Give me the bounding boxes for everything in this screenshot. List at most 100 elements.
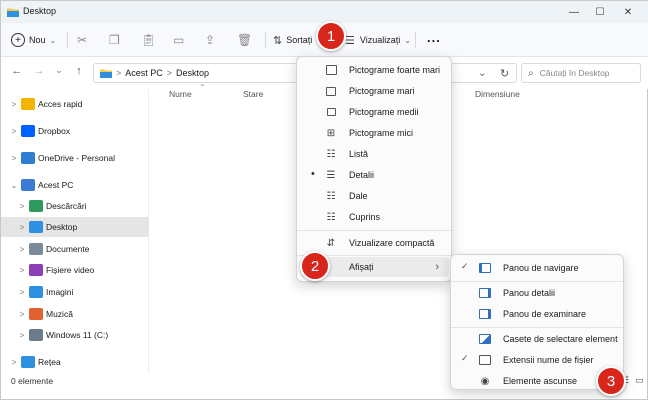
column-size[interactable]: Dimensiune	[475, 89, 520, 99]
submenu-navigation-pane[interactable]: ✓ Panou de navigare	[455, 258, 621, 278]
chevron-right-icon[interactable]: >	[9, 127, 19, 136]
sidebar-item[interactable]: > Imagini	[1, 282, 149, 302]
sidebar-item[interactable]: > Dropbox	[1, 121, 149, 141]
menu-item-label: Extensii nume de fișier	[503, 355, 594, 365]
view-button[interactable]: ☰ Vizualizați ⌄	[345, 30, 411, 50]
chevron-right-icon[interactable]: >	[17, 245, 27, 254]
forward-arrow-icon[interactable]: →	[31, 65, 47, 81]
refresh-icon[interactable]: ↻	[500, 67, 509, 80]
paste-icon[interactable]: 📋︎	[141, 30, 161, 50]
chevron-right-icon[interactable]: >	[9, 100, 19, 109]
sort-icon: ⇅	[273, 34, 283, 47]
menu-item-label: Pictograme medii	[349, 107, 419, 117]
sidebar-item[interactable]: > OneDrive - Personal	[1, 148, 149, 168]
menu-list[interactable]: ☷ Listă	[301, 144, 449, 164]
sidebar-item[interactable]: > Documente	[1, 239, 149, 259]
column-name[interactable]: Nume	[169, 89, 192, 99]
sidebar-item[interactable]: > Windows 11 (C:)	[1, 325, 149, 345]
chevron-right-icon[interactable]: >	[17, 331, 27, 340]
chevron-right-icon[interactable]: >	[9, 154, 19, 163]
new-button[interactable]: + Nou ⌄	[11, 30, 56, 50]
search-icon: ⌕	[528, 67, 534, 79]
breadcrumb-separator: >	[166, 68, 173, 78]
menu-details[interactable]: • ☰ Detalii	[301, 165, 449, 185]
menu-large-icons[interactable]: Pictograme mari	[301, 81, 449, 101]
chevron-right-icon[interactable]: >	[17, 223, 27, 232]
back-arrow-icon[interactable]: ←	[9, 65, 25, 81]
submenu-preview-pane[interactable]: Panou de examinare	[455, 304, 621, 324]
chevron-right-icon[interactable]: >	[17, 202, 27, 211]
share-icon[interactable]: ⇪	[205, 30, 225, 50]
grid-icon: ⊞	[326, 127, 336, 139]
sidebar-item[interactable]: > Rețea	[1, 352, 149, 372]
content-icon: ☷	[326, 211, 336, 223]
chevron-right-icon[interactable]: >	[9, 358, 19, 367]
sidebar-item-label: Dropbox	[38, 126, 71, 136]
menu-tiles[interactable]: ☷ Dale	[301, 186, 449, 206]
view-menu: Pictograme foarte mari Pictograme mari P…	[296, 56, 452, 282]
window-title: Desktop	[23, 6, 57, 16]
delete-icon[interactable]: 🗑︎	[237, 30, 257, 50]
menu-item-label: Vizualizare compactă	[349, 238, 435, 248]
minimize-button[interactable]: —	[561, 4, 587, 20]
submenu-item-checkboxes[interactable]: Casete de selectare element	[455, 329, 621, 349]
menu-extra-large-icons[interactable]: Pictograme foarte mari	[301, 60, 449, 80]
annotation-badge-2: 2	[300, 251, 330, 281]
folder-icon	[21, 125, 35, 137]
checkbox-icon	[477, 333, 493, 345]
menu-medium-icons[interactable]: Pictograme medii	[301, 102, 449, 122]
title-bar: Desktop — ☐ ✕	[1, 1, 648, 23]
breadcrumb-desktop[interactable]: Desktop	[176, 68, 209, 78]
history-chevron-icon[interactable]: ⌄	[51, 65, 67, 81]
sidebar-item[interactable]: > Acces rapid	[1, 94, 149, 114]
menu-item-label: Pictograme mici	[349, 128, 414, 138]
chevron-right-icon[interactable]: >	[17, 266, 27, 275]
chevron-right-icon[interactable]: >	[17, 288, 27, 297]
menu-item-label: Pictograme foarte mari	[349, 65, 441, 75]
menu-divider	[451, 327, 623, 328]
close-button[interactable]: ✕	[615, 4, 641, 20]
maximize-button[interactable]: ☐	[587, 4, 613, 20]
sidebar-item-label: Rețea	[38, 357, 61, 367]
details-pane-icon	[477, 287, 493, 299]
menu-item-label: Detalii	[349, 170, 375, 180]
sidebar-item[interactable]: > Fișiere video	[1, 260, 149, 280]
sidebar-item[interactable]: ⌄ Acest PC	[1, 175, 149, 195]
sort-button[interactable]: ⇅ Sortați	[273, 30, 312, 50]
divider	[265, 32, 266, 48]
chevron-right-icon[interactable]: >	[17, 310, 27, 319]
navigation-pane-icon	[477, 262, 493, 274]
menu-content[interactable]: ☷ Cuprins	[301, 207, 449, 227]
tiles-view-icon[interactable]: ▭	[635, 375, 644, 386]
plus-icon: +	[11, 33, 25, 47]
chevron-down-icon[interactable]: ⌄	[9, 181, 19, 190]
more-options-button[interactable]: ...	[427, 27, 441, 47]
sidebar-item[interactable]: > Muzică	[1, 304, 149, 324]
menu-item-label: Panou detalii	[503, 288, 556, 298]
menu-item-label: Panou de examinare	[503, 309, 587, 319]
sidebar-item-label: Imagini	[46, 287, 74, 297]
monitor-icon	[323, 64, 339, 76]
sidebar-item-label: Descărcări	[46, 201, 87, 211]
check-icon: ✓	[461, 353, 469, 363]
menu-compact-view[interactable]: ⇵ Vizualizare compactă	[301, 233, 449, 253]
up-arrow-icon[interactable]: ↑	[71, 65, 87, 81]
breadcrumb-this-pc[interactable]: Acest PC	[125, 68, 163, 78]
folder-icon	[29, 329, 43, 341]
sidebar-item[interactable]: > Desktop	[1, 217, 149, 237]
rename-icon[interactable]: ▭	[173, 30, 193, 50]
submenu-details-pane[interactable]: Panou detalii	[455, 283, 621, 303]
column-status[interactable]: Stare	[243, 89, 263, 99]
submenu-file-extensions[interactable]: ✓ Extensii nume de fișier	[455, 350, 621, 370]
sidebar-item[interactable]: > Descărcări	[1, 196, 149, 216]
menu-small-icons[interactable]: ⊞ Pictograme mici	[301, 123, 449, 143]
search-input[interactable]: ⌕ Căutați în Desktop	[521, 63, 641, 83]
address-dropdown-icon[interactable]: ⌄	[478, 68, 486, 79]
menu-divider	[297, 230, 451, 231]
copy-icon[interactable]: ❐	[109, 30, 129, 50]
cut-icon[interactable]: ✂	[77, 30, 97, 50]
details-icon: ☰	[326, 169, 336, 181]
folder-icon	[29, 264, 43, 276]
sidebar-item-label: Acces rapid	[38, 99, 83, 109]
eye-icon: ◉	[480, 375, 490, 387]
